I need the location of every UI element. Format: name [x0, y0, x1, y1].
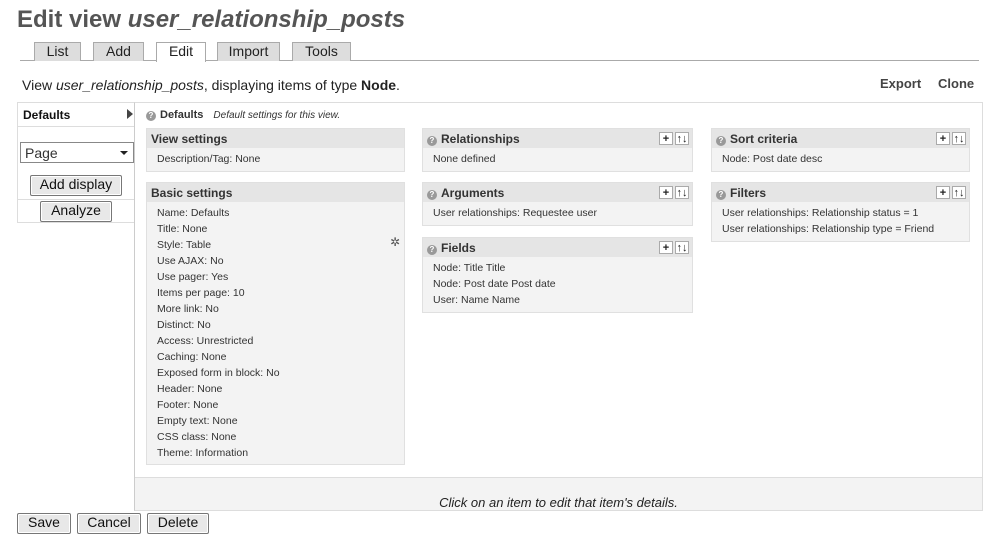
- rearrange-icon[interactable]: ↑↓: [952, 132, 966, 145]
- setting-row[interactable]: Node: Post date desc: [722, 151, 969, 167]
- setting-row[interactable]: Node: Post date Post date: [433, 276, 692, 292]
- panel-title: Fields: [441, 241, 476, 255]
- tab-import[interactable]: Import: [217, 42, 280, 61]
- panel-title: Arguments: [441, 186, 505, 200]
- tab-edit[interactable]: Edit: [156, 42, 206, 62]
- export-link[interactable]: Export: [880, 76, 921, 91]
- help-icon[interactable]: ?: [427, 136, 437, 146]
- display-type-select[interactable]: Page: [20, 142, 134, 163]
- gear-icon[interactable]: ✲: [390, 235, 400, 249]
- chevron-down-icon: [120, 151, 128, 155]
- panel-relationships: ? Relationships + ↑↓ None defined: [422, 128, 693, 172]
- display-tab-defaults[interactable]: Defaults: [18, 103, 135, 127]
- rearrange-icon[interactable]: ↑↓: [952, 186, 966, 199]
- divider: [18, 199, 135, 200]
- panel-basic-settings: Basic settings ✲ Name: Defaults Title: N…: [146, 182, 405, 465]
- setting-row[interactable]: Use AJAX: No: [157, 253, 404, 269]
- help-icon: ?: [146, 111, 156, 121]
- setting-row[interactable]: Style: Table: [157, 237, 404, 253]
- setting-row[interactable]: Exposed form in block: No: [157, 365, 404, 381]
- delete-button[interactable]: Delete: [147, 513, 209, 534]
- arrow-right-icon: [127, 109, 133, 119]
- rearrange-icon[interactable]: ↑↓: [675, 186, 689, 199]
- setting-row[interactable]: More link: No: [157, 301, 404, 317]
- help-icon[interactable]: ?: [427, 245, 437, 255]
- setting-row[interactable]: Name: Defaults: [157, 205, 404, 221]
- add-icon[interactable]: +: [659, 241, 673, 254]
- view-description: View user_relationship_posts, displaying…: [22, 77, 400, 93]
- details-hint: Click on an item to edit that item's det…: [439, 495, 678, 510]
- panel-fields: ? Fields + ↑↓ Node: Title Title Node: Post…: [422, 237, 693, 313]
- display-header: ? Defaults Default settings for this view.: [146, 109, 340, 121]
- setting-row[interactable]: Footer: None: [157, 397, 404, 413]
- panel-filters: ? Filters + ↑↓ User relationships: Relatio…: [711, 182, 970, 242]
- panel-title: Sort criteria: [730, 132, 798, 146]
- tab-add[interactable]: Add: [93, 42, 144, 61]
- tab-tools[interactable]: Tools: [292, 42, 351, 61]
- add-display-button[interactable]: Add display: [30, 175, 122, 196]
- clone-link[interactable]: Clone: [938, 76, 974, 91]
- setting-row[interactable]: Title: None: [157, 221, 404, 237]
- panel-title: Basic settings: [147, 183, 404, 202]
- panel-title: Filters: [730, 186, 767, 200]
- panel-title: Relationships: [441, 132, 520, 146]
- help-icon[interactable]: ?: [716, 190, 726, 200]
- panel-view-settings: View settings Description/Tag: None: [146, 128, 405, 172]
- setting-row: None defined: [433, 153, 496, 165]
- cancel-button[interactable]: Cancel: [77, 513, 141, 534]
- display-column: Defaults Page Add display Analyze: [17, 102, 135, 223]
- analyze-button[interactable]: Analyze: [40, 201, 112, 222]
- rearrange-icon[interactable]: ↑↓: [675, 132, 689, 145]
- add-icon[interactable]: +: [936, 132, 950, 145]
- setting-row[interactable]: Empty text: None: [157, 413, 404, 429]
- help-icon[interactable]: ?: [716, 136, 726, 146]
- setting-row[interactable]: User relationships: Requestee user: [433, 205, 692, 221]
- setting-row[interactable]: Theme: Information: [157, 445, 404, 461]
- setting-row[interactable]: User: Name Name: [433, 292, 692, 308]
- display-settings-area: ? Defaults Default settings for this view.…: [134, 102, 983, 511]
- panel-title: View settings: [147, 129, 404, 148]
- setting-row[interactable]: Node: Title Title: [433, 260, 692, 276]
- view-name: user_relationship_posts: [127, 6, 406, 33]
- setting-row[interactable]: Description/Tag: None: [157, 151, 404, 167]
- details-area: Click on an item to edit that item's det…: [135, 477, 982, 510]
- panel-sort-criteria: ? Sort criteria + ↑↓ Node: Post date desc: [711, 128, 970, 172]
- add-icon[interactable]: +: [659, 186, 673, 199]
- panel-arguments: ? Arguments + ↑↓ User relationships: Reque…: [422, 182, 693, 226]
- setting-row[interactable]: Use pager: Yes: [157, 269, 404, 285]
- setting-row[interactable]: Items per page: 10: [157, 285, 404, 301]
- setting-row[interactable]: Distinct: No: [157, 317, 404, 333]
- help-icon[interactable]: ?: [427, 190, 437, 200]
- add-icon[interactable]: +: [936, 186, 950, 199]
- page-title: Edit view user_relationship_posts: [17, 6, 406, 33]
- setting-row[interactable]: User relationships: Relationship type = …: [722, 221, 969, 237]
- setting-row[interactable]: CSS class: None: [157, 429, 404, 445]
- setting-row[interactable]: User relationships: Relationship status …: [722, 205, 969, 221]
- setting-row[interactable]: Caching: None: [157, 349, 404, 365]
- add-icon[interactable]: +: [659, 132, 673, 145]
- save-button[interactable]: Save: [17, 513, 71, 534]
- setting-row[interactable]: Access: Unrestricted: [157, 333, 404, 349]
- tab-list[interactable]: List: [34, 42, 81, 61]
- setting-row[interactable]: Header: None: [157, 381, 404, 397]
- tab-bar: List Add Edit Import Tools: [20, 42, 979, 62]
- rearrange-icon[interactable]: ↑↓: [675, 241, 689, 254]
